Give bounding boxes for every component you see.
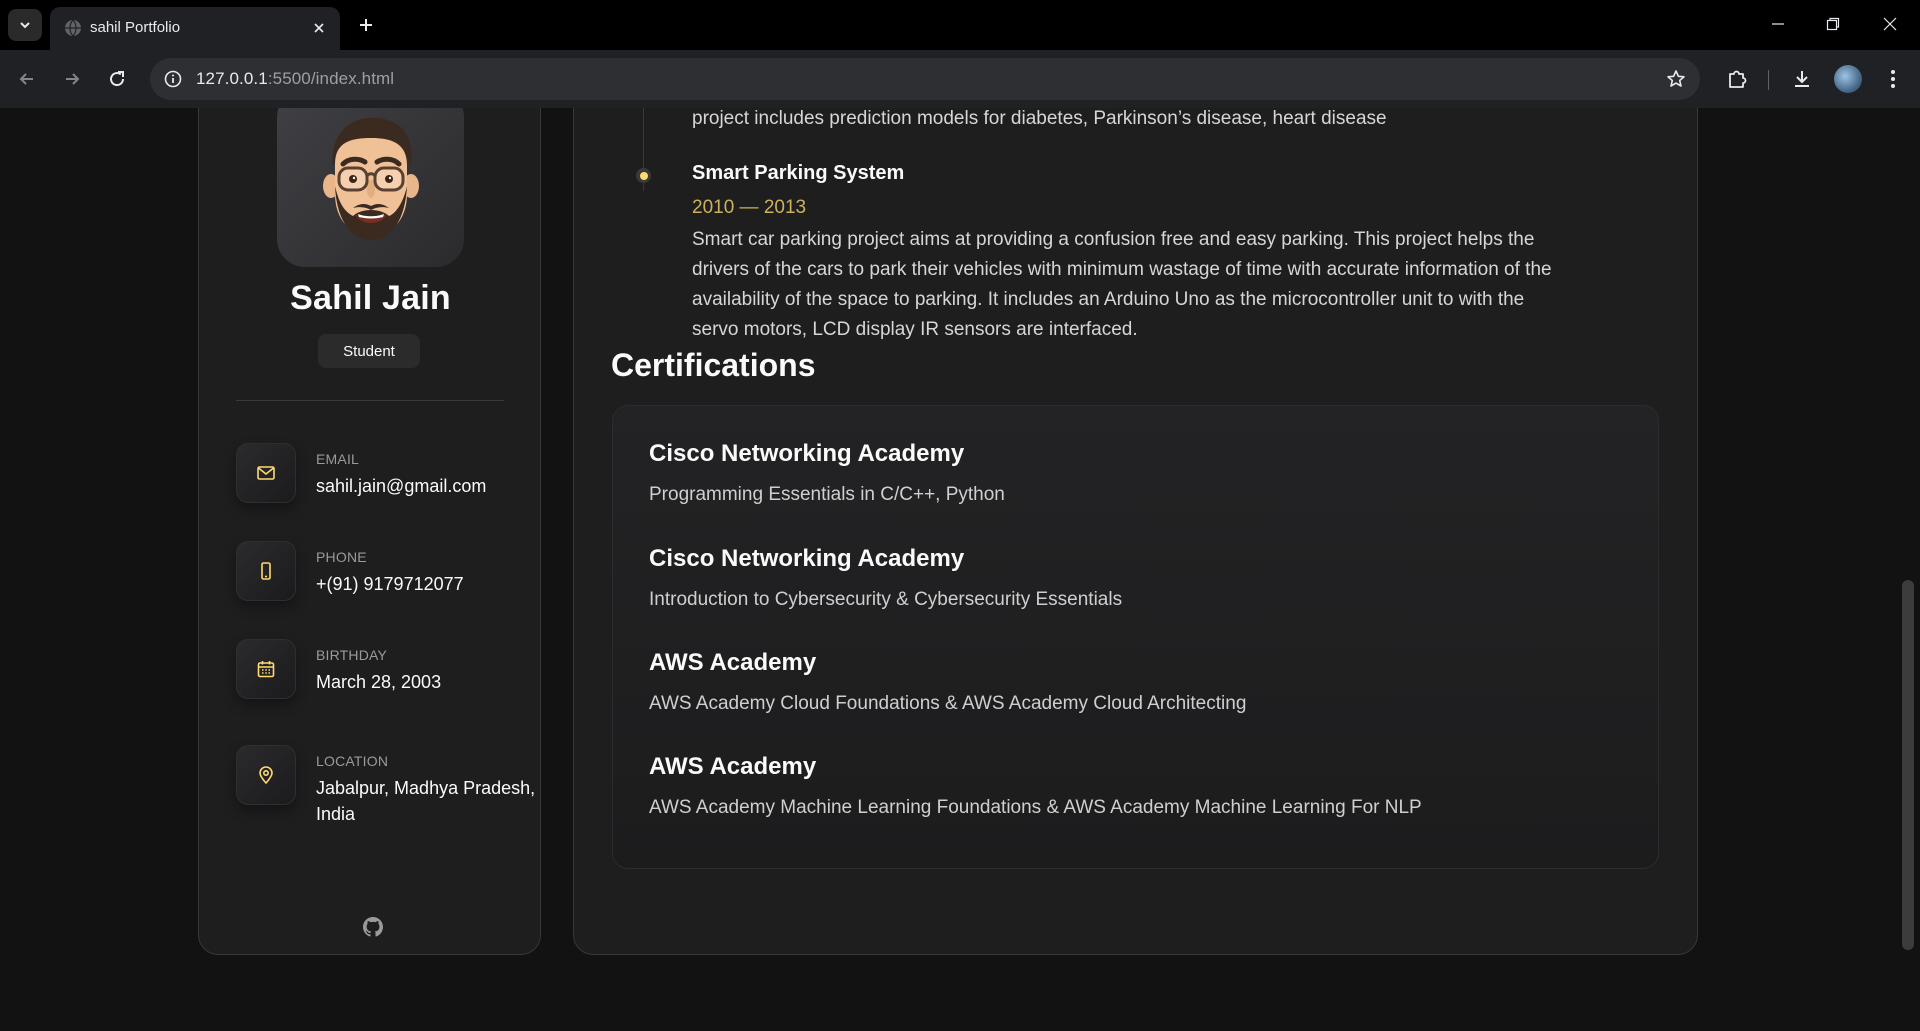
close-window-button[interactable] bbox=[1870, 8, 1910, 40]
email-link[interactable]: sahil.jain@gmail.com bbox=[316, 473, 536, 499]
download-icon bbox=[1795, 71, 1809, 87]
timeline-item-text: Smart car parking project aims at provid… bbox=[692, 229, 1552, 340]
puzzle-icon bbox=[1729, 70, 1747, 88]
location-icon bbox=[259, 766, 273, 785]
new-tab-button[interactable] bbox=[352, 11, 380, 39]
profile-avatar[interactable] bbox=[1834, 65, 1862, 93]
more-vertical-icon bbox=[1891, 70, 1895, 88]
calendar-icon bbox=[257, 661, 275, 678]
certification-issuer: AWS Academy bbox=[649, 753, 817, 780]
browser-toolbar: 127.0.0.1:5500/index.html bbox=[0, 50, 1920, 108]
certification-item: AWS Academy AWS Academy Cloud Foundation… bbox=[649, 649, 1649, 715]
minimize-icon bbox=[1772, 23, 1784, 25]
timeline-dot bbox=[636, 168, 651, 183]
phone-icon bbox=[261, 562, 271, 580]
url-path: :5500/index.html bbox=[267, 69, 395, 88]
profile-avatar-image bbox=[277, 108, 464, 267]
certifications-title: Certifications bbox=[611, 347, 816, 383]
timeline-item-date: 2010 — 2013 bbox=[692, 197, 807, 218]
star-icon bbox=[1667, 70, 1685, 87]
contact-label: Email bbox=[316, 451, 360, 467]
mail-icon bbox=[257, 466, 275, 480]
role-badge: Student bbox=[318, 334, 420, 368]
close-icon bbox=[1883, 17, 1897, 31]
address-bar[interactable]: 127.0.0.1:5500/index.html bbox=[150, 58, 1700, 100]
github-link[interactable] bbox=[362, 916, 384, 938]
timeline-item-title: Smart Parking System bbox=[692, 162, 905, 184]
close-tab-button[interactable] bbox=[308, 17, 330, 39]
phone-link[interactable]: +(91) 9179712077 bbox=[316, 571, 536, 597]
certification-issuer: Cisco Networking Academy bbox=[649, 545, 965, 572]
close-icon bbox=[314, 23, 324, 33]
arrow-right-icon bbox=[66, 73, 80, 85]
certification-issuer: AWS Academy bbox=[649, 649, 817, 676]
certification-item: Cisco Networking Academy Programming Ess… bbox=[649, 440, 1649, 506]
contact-icon-box bbox=[236, 745, 296, 805]
birthday-value: March 28, 2003 bbox=[316, 672, 442, 692]
contact-icon-box bbox=[236, 639, 296, 699]
memoji-avatar-icon bbox=[322, 117, 419, 240]
page-viewport: Sahil Jain Student Email sahil.jain@gmai… bbox=[0, 108, 1920, 1031]
contact-label: Location bbox=[316, 753, 389, 769]
chevron-down-icon bbox=[20, 22, 30, 29]
contact-icon-box bbox=[236, 541, 296, 601]
profile-name: Sahil Jain bbox=[290, 279, 451, 317]
contact-label: Birthday bbox=[316, 647, 388, 663]
resume-article: project includes prediction models for d… bbox=[573, 108, 1698, 955]
forward-button[interactable] bbox=[57, 64, 87, 94]
back-button[interactable] bbox=[12, 64, 42, 94]
certification-item: AWS Academy AWS Academy Machine Learning… bbox=[649, 753, 1649, 819]
certification-item: Cisco Networking Academy Introduction to… bbox=[649, 545, 1649, 611]
url-text[interactable]: 127.0.0.1:5500/index.html bbox=[196, 69, 394, 89]
plus-icon bbox=[360, 19, 372, 31]
timeline-dot-inner bbox=[639, 171, 648, 180]
timeline-previous-text: project includes prediction models for d… bbox=[692, 108, 1387, 129]
page-scrollbar-thumb[interactable] bbox=[1902, 580, 1914, 950]
certification-description: Programming Essentials in C/C++, Python bbox=[649, 484, 1005, 505]
site-info-button[interactable] bbox=[160, 66, 186, 92]
location-value: Jabalpur, Madhya Pradesh, India bbox=[316, 778, 536, 824]
contact-label: Phone bbox=[316, 549, 367, 565]
extensions-button[interactable] bbox=[1722, 64, 1752, 94]
bookmark-button[interactable] bbox=[1664, 67, 1688, 91]
certification-issuer: Cisco Networking Academy bbox=[649, 440, 965, 467]
url-host: 127.0.0.1 bbox=[196, 69, 268, 88]
certification-description: Introduction to Cybersecurity & Cybersec… bbox=[649, 589, 1123, 610]
certification-description: AWS Academy Machine Learning Foundations… bbox=[649, 797, 1422, 818]
profile-sidebar: Sahil Jain Student Email sahil.jain@gmai… bbox=[198, 108, 541, 955]
minimize-button[interactable] bbox=[1758, 8, 1798, 40]
toolbar-divider bbox=[1768, 70, 1769, 90]
active-tab[interactable]: sahil Portfolio bbox=[50, 7, 340, 50]
downloads-button[interactable] bbox=[1787, 64, 1817, 94]
restore-icon bbox=[1826, 17, 1840, 31]
arrow-left-icon bbox=[19, 73, 33, 85]
reload-button[interactable] bbox=[102, 64, 132, 94]
info-icon bbox=[164, 70, 182, 88]
tab-title: sahil Portfolio bbox=[90, 19, 181, 36]
github-icon bbox=[363, 917, 383, 937]
tab-search-button[interactable] bbox=[8, 9, 42, 41]
browser-tab-bar: sahil Portfolio bbox=[0, 0, 1920, 50]
browser-menu-button[interactable] bbox=[1878, 64, 1908, 94]
sidebar-divider bbox=[236, 400, 504, 401]
restore-button[interactable] bbox=[1813, 8, 1853, 40]
reload-icon bbox=[110, 71, 125, 87]
contact-icon-box bbox=[236, 443, 296, 503]
certification-description: AWS Academy Cloud Foundations & AWS Acad… bbox=[649, 693, 1247, 714]
globe-icon bbox=[65, 19, 81, 37]
certifications-card: Cisco Networking Academy Programming Ess… bbox=[612, 405, 1659, 869]
